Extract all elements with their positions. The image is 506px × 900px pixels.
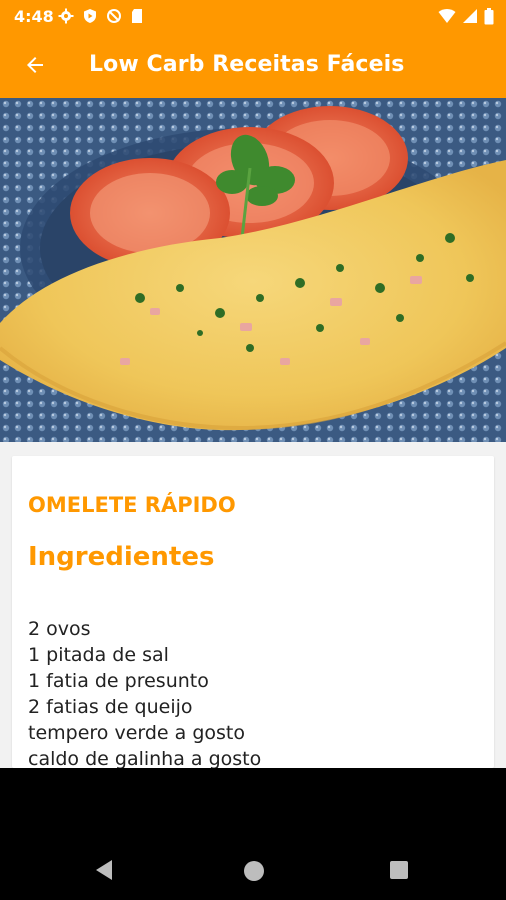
app-bar: Low Carb Receitas Fáceis xyxy=(0,32,506,98)
status-icons-right xyxy=(438,7,494,25)
ingredient-item: tempero verde a gosto xyxy=(28,722,245,744)
battery-icon xyxy=(484,7,494,24)
arrow-back-icon xyxy=(27,57,43,73)
no-sync-icon xyxy=(107,9,121,23)
status-icons-left xyxy=(58,7,144,25)
content-area: OMELETE RÁPIDO Ingredientes 2 ovos 1 pit… xyxy=(0,442,506,770)
recipe-card: OMELETE RÁPIDO Ingredientes 2 ovos 1 pit… xyxy=(12,456,494,770)
signal-icon xyxy=(463,9,477,23)
ingredient-item: 1 fatia de presunto xyxy=(28,670,209,692)
recipe-title: OMELETE RÁPIDO xyxy=(28,493,236,517)
wifi-icon xyxy=(438,9,456,23)
recipe-image xyxy=(0,98,506,442)
ingredient-list: 2 ovos 1 pitada de sal 1 fatia de presun… xyxy=(28,616,261,772)
shield-icon xyxy=(84,9,96,23)
back-button[interactable] xyxy=(12,42,58,88)
gear-icon xyxy=(58,8,74,24)
sd-card-icon xyxy=(132,9,142,23)
ingredient-item: 2 fatias de queijo xyxy=(28,696,193,718)
status-time: 4:48 xyxy=(14,7,54,26)
nav-home-icon[interactable] xyxy=(244,861,264,881)
ingredient-item: 1 pitada de sal xyxy=(28,644,169,666)
omelette-photo xyxy=(0,98,506,442)
app-title: Low Carb Receitas Fáceis xyxy=(89,52,405,77)
ingredients-heading: Ingredientes xyxy=(28,542,215,572)
status-bar: 4:48 xyxy=(0,0,506,32)
nav-back-icon[interactable] xyxy=(94,858,116,882)
nav-recents-icon[interactable] xyxy=(390,861,408,879)
ingredient-item: 2 ovos xyxy=(28,618,91,640)
